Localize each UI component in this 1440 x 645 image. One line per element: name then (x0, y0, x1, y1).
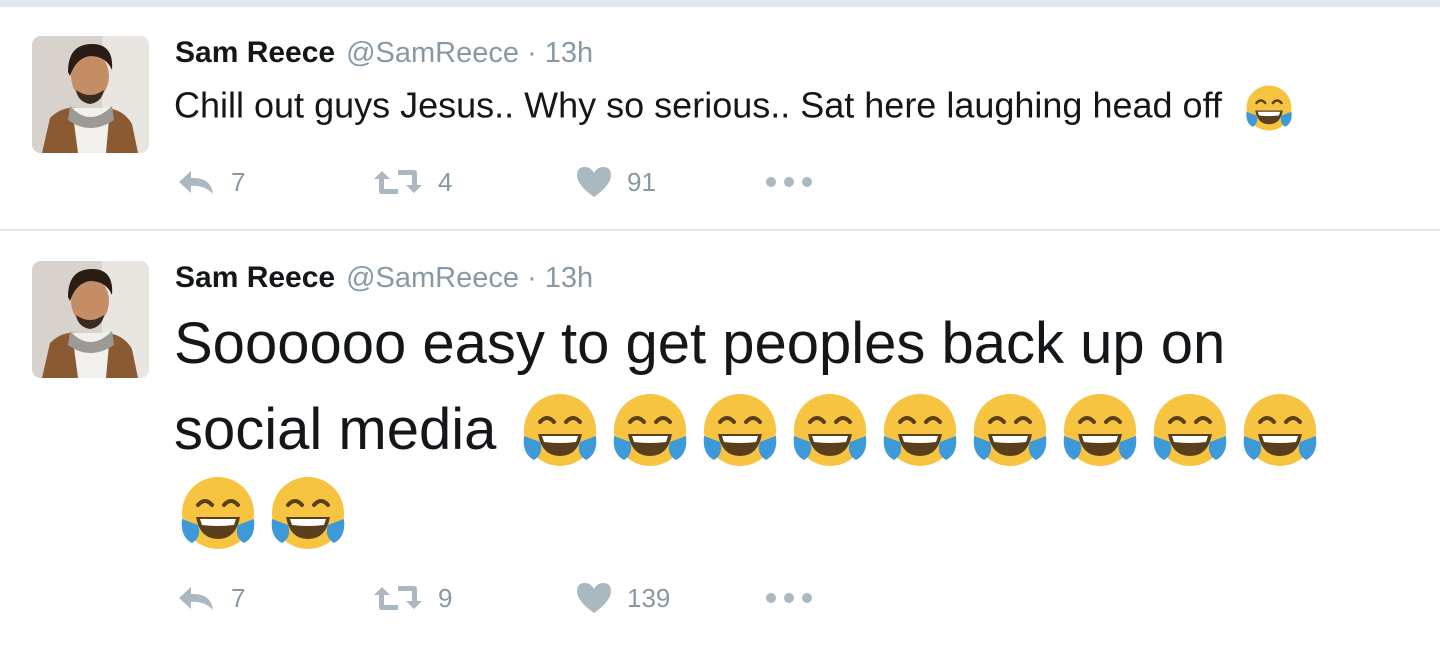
retweet-count: 9 (438, 582, 453, 613)
like-count: 91 (627, 166, 656, 197)
like-count: 139 (627, 582, 671, 613)
author-handle[interactable]: @SamReece (346, 37, 519, 70)
reply-button[interactable]: 7 (175, 578, 245, 618)
like-button[interactable]: 139 (575, 578, 670, 618)
author-name[interactable]: Sam Reece (175, 261, 335, 295)
face-with-tears-of-joy-icon (610, 390, 690, 470)
more-button[interactable] (765, 162, 813, 202)
separator: · (527, 37, 537, 69)
face-with-tears-of-joy-icon (880, 390, 960, 470)
reply-icon (175, 167, 217, 197)
avatar[interactable] (32, 261, 149, 378)
tweet-text-line: social media (174, 387, 1330, 473)
retweet-icon (372, 583, 424, 613)
face-with-tears-of-joy-icon (1244, 83, 1294, 133)
face-with-tears-of-joy-icon (700, 390, 780, 470)
reply-button[interactable]: 7 (175, 162, 245, 202)
face-with-tears-of-joy-icon (1060, 390, 1140, 470)
face-with-tears-of-joy-icon (970, 390, 1050, 470)
face-with-tears-of-joy-icon (790, 390, 870, 470)
heart-icon (575, 165, 613, 199)
timeline: Sam Reece @SamReece · 13h Chill out guys… (0, 0, 1440, 645)
emoji-row (178, 473, 1330, 553)
retweet-button[interactable]: 9 (372, 578, 452, 618)
heart-icon (575, 581, 613, 615)
emoji-row (520, 390, 1330, 470)
face-with-tears-of-joy-icon (1150, 390, 1230, 470)
face-with-tears-of-joy-icon (1240, 390, 1320, 470)
retweet-icon (372, 167, 424, 197)
separator: · (527, 262, 537, 294)
tweet[interactable]: Sam Reece @SamReece · 13h Chill out guys… (0, 0, 1440, 230)
tweet-header: Sam Reece @SamReece · 13h (175, 36, 593, 72)
reply-count: 7 (231, 166, 246, 197)
more-button[interactable] (765, 578, 813, 618)
reply-count: 7 (231, 582, 246, 613)
tweet-text: Chill out guys Jesus.. Why so serious.. … (174, 83, 1294, 133)
face-with-tears-of-joy-icon (520, 390, 600, 470)
more-icon (765, 592, 813, 604)
timestamp[interactable]: 13h (545, 37, 593, 70)
face-with-tears-of-joy-icon (268, 473, 348, 553)
tweet-text-content: Chill out guys Jesus.. Why so serious.. … (174, 84, 1222, 126)
tweet-text: Soooooo easy to get peoples back up on s… (174, 301, 1330, 553)
tweet-header: Sam Reece @SamReece · 13h (175, 261, 593, 297)
timestamp[interactable]: 13h (545, 262, 593, 295)
author-name[interactable]: Sam Reece (175, 36, 335, 70)
retweet-count: 4 (438, 166, 453, 197)
tweet-text-content: social media (174, 397, 497, 462)
retweet-button[interactable]: 4 (372, 162, 452, 202)
author-handle[interactable]: @SamReece (346, 262, 519, 295)
more-icon (765, 176, 813, 188)
tweet[interactable]: Sam Reece @SamReece · 13h Soooooo easy t… (0, 231, 1440, 645)
reply-icon (175, 583, 217, 613)
tweet-text-line: Soooooo easy to get peoples back up on (174, 311, 1226, 376)
face-with-tears-of-joy-icon (178, 473, 258, 553)
like-button[interactable]: 91 (575, 162, 656, 202)
avatar[interactable] (32, 36, 149, 153)
